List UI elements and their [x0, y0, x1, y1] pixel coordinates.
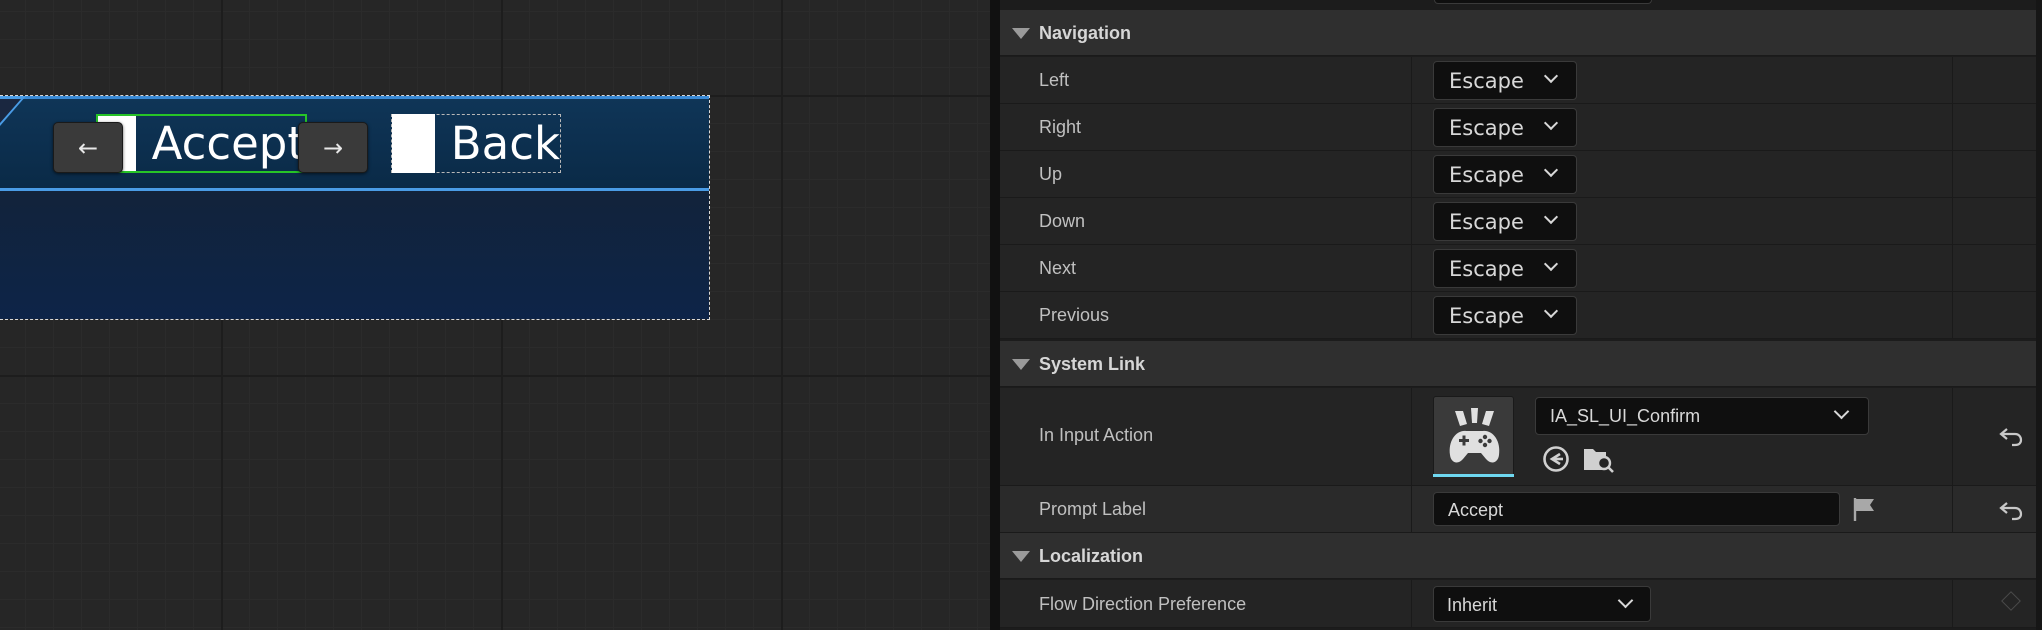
- collapse-triangle-icon[interactable]: [1012, 551, 1030, 562]
- use-selected-asset-icon[interactable]: [1539, 442, 1573, 476]
- combo-value: Escape: [1449, 210, 1524, 234]
- navigation-next-combo[interactable]: Escape: [1433, 249, 1577, 288]
- accept-prompt-label: Accept: [151, 117, 305, 170]
- property-row-next: Next Escape: [1000, 245, 2036, 292]
- move-right-button[interactable]: →: [298, 122, 368, 173]
- chevron-down-icon: [1543, 303, 1559, 319]
- navigation-previous-combo[interactable]: Escape: [1433, 296, 1577, 335]
- property-row-previous: Previous Escape: [1000, 292, 2036, 339]
- combo-value: Escape: [1449, 163, 1524, 187]
- category-localization-label: Localization: [1039, 546, 1144, 566]
- designer-canvas[interactable]: Accept Back ← →: [0, 0, 990, 630]
- property-row-prompt-label: Prompt Label Accept: [1000, 486, 2036, 533]
- collapse-triangle-icon[interactable]: [1012, 28, 1030, 39]
- property-label: In Input Action: [1039, 425, 1154, 445]
- back-prompt-widget[interactable]: Back: [391, 114, 561, 173]
- property-row-flow-direction: Flow Direction Preference Inherit: [1000, 580, 2036, 628]
- chevron-down-icon: [1833, 403, 1850, 420]
- details-scrollbar[interactable]: [2036, 0, 2042, 630]
- property-label: Down: [1039, 211, 1086, 231]
- panel-splitter[interactable]: [990, 0, 1000, 630]
- prompt-label-value: Accept: [1448, 500, 1504, 520]
- widget-panel-body: [0, 191, 709, 319]
- chevron-down-icon: [1617, 592, 1634, 609]
- property-row-down: Down Escape: [1000, 198, 2036, 245]
- property-label: Prompt Label: [1039, 499, 1147, 519]
- property-row-up: Up Escape: [1000, 151, 2036, 198]
- property-label: Left: [1039, 70, 1070, 90]
- reset-to-default-icon[interactable]: [1998, 498, 2024, 522]
- category-system-link-label: System Link: [1039, 354, 1146, 374]
- property-label: Previous: [1039, 305, 1110, 325]
- move-left-button[interactable]: ←: [53, 122, 123, 173]
- combo-value: Escape: [1449, 116, 1524, 140]
- combo-value: Escape: [1449, 69, 1524, 93]
- category-navigation-label: Navigation: [1039, 23, 1132, 43]
- keyframe-diamond-icon[interactable]: [2001, 591, 2021, 611]
- combo-value: Escape: [1449, 304, 1524, 328]
- category-localization[interactable]: Localization: [1000, 533, 2036, 579]
- flow-direction-value: Inherit: [1447, 595, 1498, 615]
- category-navigation[interactable]: Navigation: [1000, 10, 2036, 56]
- chevron-down-icon: [1543, 115, 1559, 131]
- collapse-triangle-icon[interactable]: [1012, 359, 1030, 370]
- chevron-down-icon: [1543, 162, 1559, 178]
- back-prompt-label: Back: [450, 117, 560, 170]
- property-row-left: Left Escape: [1000, 57, 2036, 104]
- previous-field-edge: [1434, 0, 1652, 4]
- thumbnail-accent-bar: [1433, 474, 1514, 477]
- navigation-up-combo[interactable]: Escape: [1433, 155, 1577, 194]
- prompt-bar-corner-inner: [0, 99, 21, 123]
- back-key-icon: [392, 114, 435, 173]
- input-action-value: IA_SL_UI_Confirm: [1550, 406, 1701, 426]
- property-label: Next: [1039, 258, 1077, 278]
- property-row-in-input-action: In Input Action IA_SL_UI_Confirm: [1000, 388, 2036, 486]
- property-label: Right: [1039, 117, 1082, 137]
- chevron-down-icon: [1543, 209, 1559, 225]
- prompt-label-input[interactable]: Accept: [1433, 492, 1840, 526]
- navigation-left-combo[interactable]: Escape: [1433, 61, 1577, 100]
- gamepad-icon: [1449, 408, 1500, 463]
- category-system-link[interactable]: System Link: [1000, 341, 2036, 387]
- property-label: Flow Direction Preference: [1039, 594, 1247, 614]
- accept-prompt-widget[interactable]: Accept: [96, 114, 307, 173]
- localization-flag-icon[interactable]: [1849, 494, 1879, 524]
- flow-direction-combo[interactable]: Inherit: [1433, 586, 1651, 622]
- navigation-down-combo[interactable]: Escape: [1433, 202, 1577, 241]
- chevron-down-icon: [1543, 256, 1559, 272]
- property-row-right: Right Escape: [1000, 104, 2036, 151]
- details-panel: Navigation Left Escape Right Escape Up E…: [1000, 0, 2036, 630]
- navigation-right-combo[interactable]: Escape: [1433, 108, 1577, 147]
- property-label: Up: [1039, 164, 1063, 184]
- input-action-picker[interactable]: IA_SL_UI_Confirm: [1535, 397, 1869, 435]
- reset-to-default-icon[interactable]: [1998, 424, 2024, 448]
- browse-folder-icon[interactable]: [1581, 442, 1617, 476]
- input-action-thumbnail[interactable]: [1433, 396, 1514, 477]
- chevron-down-icon: [1543, 68, 1559, 84]
- combo-value: Escape: [1449, 257, 1524, 281]
